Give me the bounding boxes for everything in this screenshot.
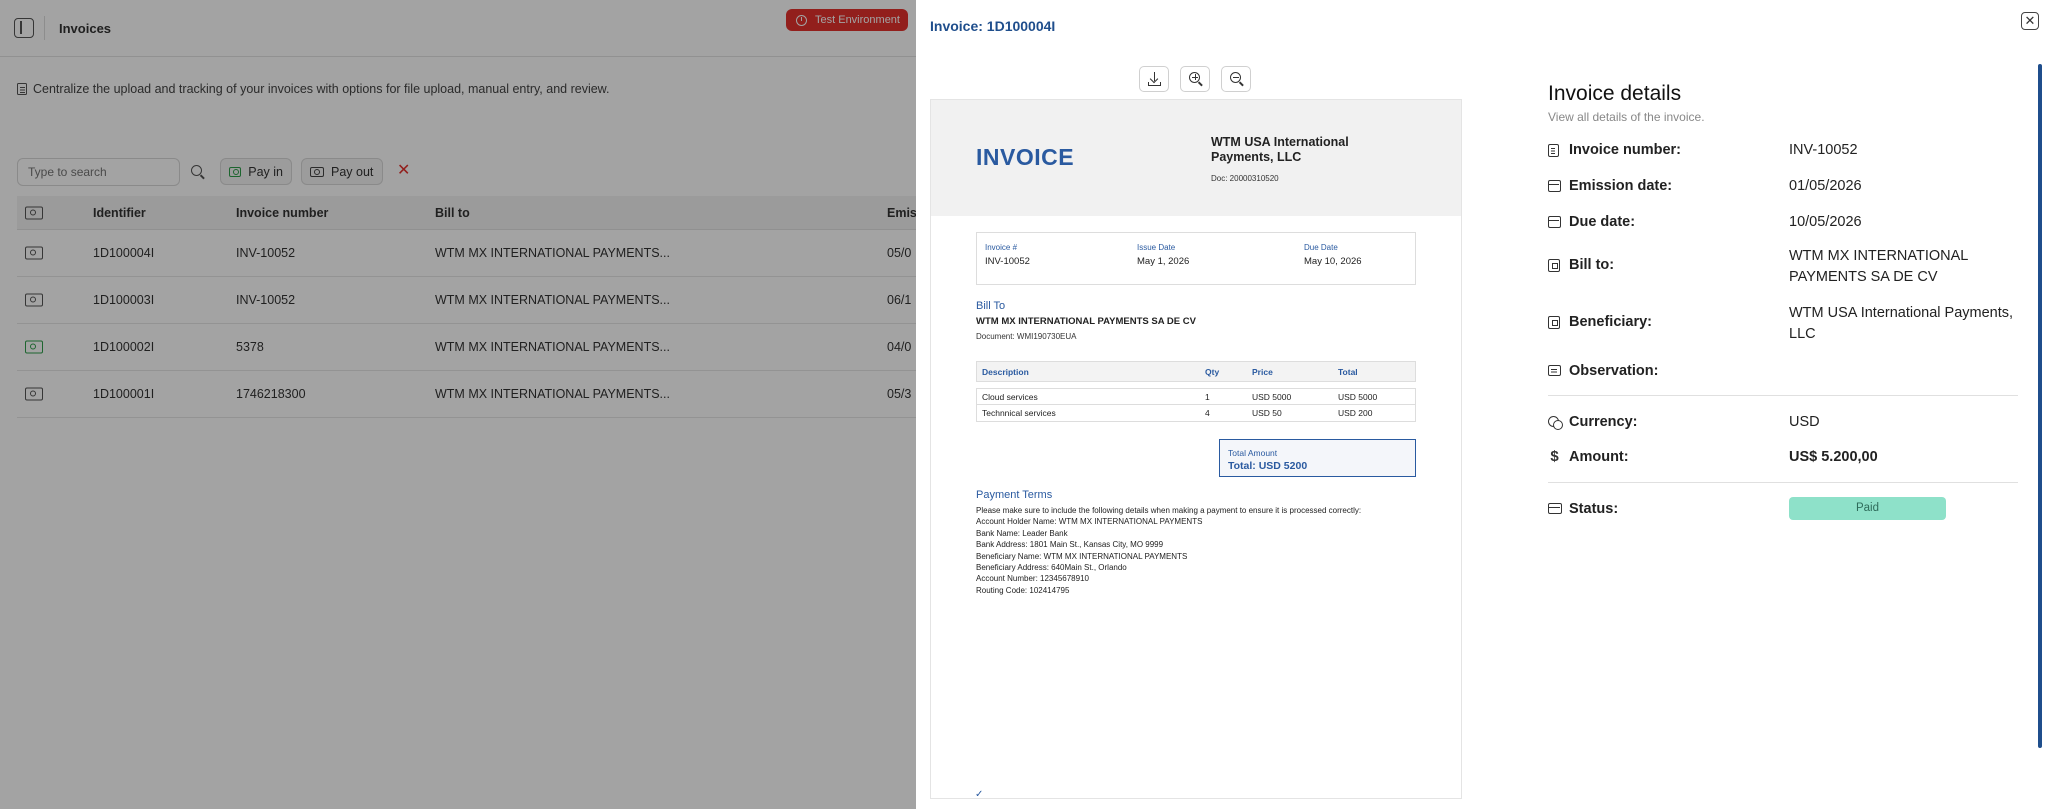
item-qty: 1 xyxy=(1205,391,1210,402)
invoice-drawer: Invoice: 1D100004I ✕ INVOICE WTM USA Int… xyxy=(916,0,2048,809)
zoom-in-button[interactable] xyxy=(1180,66,1210,92)
payment-terms-title: Payment Terms xyxy=(976,489,1053,501)
detail-value: INV-10052 xyxy=(1789,142,1858,158)
line-item: Technnical services 4 USD 50 USD 200 xyxy=(976,405,1416,422)
invoice-number-value: INV-10052 xyxy=(985,256,1030,267)
detail-value: US$ 5.200,00 xyxy=(1789,449,1878,465)
modal-backdrop[interactable] xyxy=(0,0,916,809)
calendar-icon xyxy=(1548,180,1561,192)
payment-terms-line: Please make sure to include the followin… xyxy=(976,506,1362,515)
due-date-label: Due Date xyxy=(1304,243,1338,252)
bill-to-title: Bill To xyxy=(976,300,1006,312)
status-badge: Paid xyxy=(1789,497,1946,520)
total-amount-label: Total Amount xyxy=(1228,448,1278,458)
payment-terms-line: Beneficiary Address: 640Main St., Orland… xyxy=(976,563,1127,573)
line-items-header: Description Qty Price Total xyxy=(976,361,1416,382)
payment-terms-line: Account Number: 12345678910 xyxy=(976,574,1089,584)
detail-label: Due date: xyxy=(1569,214,1636,230)
document-icon xyxy=(1548,144,1559,157)
price-header: Price xyxy=(1252,366,1273,377)
details-subtitle: View all details of the invoice. xyxy=(1548,110,1705,124)
close-button[interactable]: ✕ xyxy=(2021,12,2039,30)
payment-terms-line: Beneficiary Name: WTM MX INTERNATIONAL P… xyxy=(976,551,1188,561)
total-amount-box: Total Amount Total: USD 5200 xyxy=(1219,439,1416,477)
calendar-icon xyxy=(1548,216,1561,228)
item-qty: 4 xyxy=(1205,408,1210,418)
invoice-preview[interactable]: INVOICE WTM USA International Payments, … xyxy=(930,99,1462,799)
drawer-title: Invoice: 1D100004I xyxy=(930,18,1056,34)
item-total: USD 5000 xyxy=(1338,391,1378,402)
details-title: Invoice details xyxy=(1548,82,1682,105)
item-price: USD 5000 xyxy=(1252,391,1292,402)
detail-label: Status: xyxy=(1569,501,1619,517)
detail-label: Bill to: xyxy=(1569,257,1615,273)
invoice-meta: Invoice # INV-10052 Issue Date May 1, 20… xyxy=(976,232,1416,285)
comment-icon xyxy=(1548,365,1561,376)
payment-terms-line: Routing Code: 102414795 xyxy=(976,585,1070,595)
issuer-doc-number: Doc: 20000310520 xyxy=(1211,174,1279,183)
divider xyxy=(1548,482,2018,483)
description-header: Description xyxy=(982,366,1029,377)
zoom-out-button[interactable] xyxy=(1221,66,1251,92)
detail-value: 10/05/2026 xyxy=(1789,214,1862,230)
line-items-table: Description Qty Price Total Cloud servic… xyxy=(976,361,1416,422)
payment-terms-line: Account Holder Name: WTM MX INTERNATIONA… xyxy=(976,517,1203,527)
credit-card-icon xyxy=(1548,503,1562,514)
line-item: Cloud services 1 USD 5000 USD 5000 xyxy=(976,388,1416,405)
detail-value: WTM MX INTERNATIONAL PAYMENTS SA DE CV xyxy=(1789,248,1968,285)
signature-mark-icon: ✓ xyxy=(975,789,984,799)
payment-terms-line: Bank Address: 1801 Main St., Kansas City… xyxy=(976,540,1164,550)
total-header: Total xyxy=(1338,366,1358,377)
coins-icon xyxy=(1548,416,1563,430)
item-price: USD 50 xyxy=(1252,408,1282,418)
total-amount-value: Total: USD 5200 xyxy=(1228,460,1308,472)
due-date-value: May 10, 2026 xyxy=(1304,256,1362,267)
detail-value: USD xyxy=(1789,414,1820,430)
detail-value: 01/05/2026 xyxy=(1789,178,1862,194)
download-button[interactable] xyxy=(1139,66,1169,92)
qty-header: Qty xyxy=(1205,366,1220,377)
invoice-number-label: Invoice # xyxy=(985,243,1018,252)
issue-date-value: May 1, 2026 xyxy=(1137,256,1190,267)
issuer-company: WTM USA International Payments, LLC xyxy=(1211,135,1349,164)
scrollbar[interactable] xyxy=(2038,64,2042,748)
divider xyxy=(1548,395,2018,396)
detail-label: Observation: xyxy=(1569,363,1659,379)
item-total: USD 200 xyxy=(1338,408,1373,418)
payment-terms-line: Bank Name: Leader Bank xyxy=(976,528,1068,538)
building-icon xyxy=(1548,316,1560,329)
detail-label: Amount: xyxy=(1569,449,1629,465)
detail-label: Currency: xyxy=(1569,414,1638,430)
payment-terms: Please make sure to include the followin… xyxy=(976,505,1436,596)
building-icon xyxy=(1548,259,1560,272)
item-description: Cloud services xyxy=(982,391,1038,402)
detail-label: Invoice number: xyxy=(1569,142,1681,158)
detail-value: WTM USA International Payments, LLC xyxy=(1789,305,2014,342)
item-description: Technnical services xyxy=(982,408,1056,418)
bill-to-name: WTM MX INTERNATIONAL PAYMENTS SA DE CV xyxy=(976,316,1196,327)
dollar-icon: $ xyxy=(1550,448,1559,465)
close-icon: ✕ xyxy=(2024,13,2036,28)
bill-to-document: Document: WMI190730EUA xyxy=(976,332,1077,341)
detail-label: Emission date: xyxy=(1569,178,1673,194)
detail-label: Beneficiary: xyxy=(1569,314,1653,330)
issue-date-label: Issue Date xyxy=(1137,243,1176,252)
invoice-details-panel: Invoice details View all details of the … xyxy=(1548,0,2018,809)
invoice-header: INVOICE WTM USA International Payments, … xyxy=(931,100,1461,216)
invoice-heading: INVOICE xyxy=(976,144,1075,170)
